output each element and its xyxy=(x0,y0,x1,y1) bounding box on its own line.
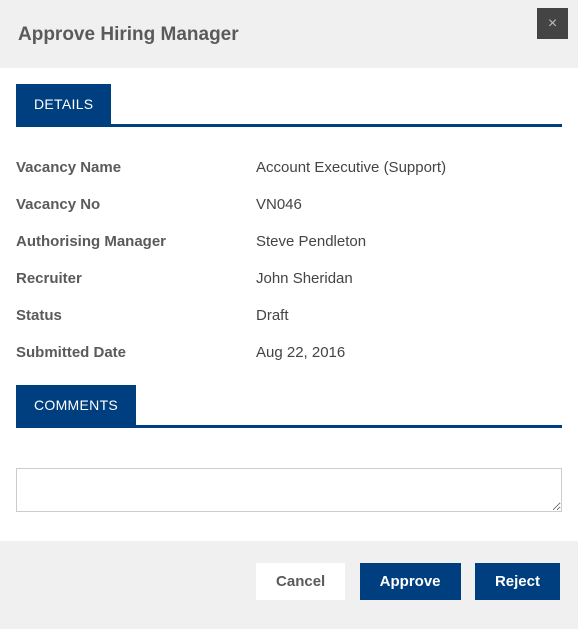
detail-label: Submitted Date xyxy=(16,344,256,361)
detail-row: Vacancy Name Account Executive (Support) xyxy=(16,149,562,186)
cancel-button[interactable]: Cancel xyxy=(256,563,345,600)
close-icon: × xyxy=(548,15,557,32)
detail-value: VN046 xyxy=(256,196,302,213)
comments-tab[interactable]: COMMENTS xyxy=(16,385,136,425)
approve-hiring-manager-modal: Approve Hiring Manager × DETAILS Vacancy… xyxy=(0,0,578,622)
modal-body: DETAILS Vacancy Name Account Executive (… xyxy=(0,68,578,541)
detail-row: Status Draft xyxy=(16,297,562,334)
modal-footer: Cancel Approve Reject xyxy=(0,541,578,622)
detail-label: Authorising Manager xyxy=(16,233,256,250)
detail-value: Account Executive (Support) xyxy=(256,159,446,176)
close-button[interactable]: × xyxy=(537,8,568,39)
detail-label: Status xyxy=(16,307,256,324)
details-tab-row: DETAILS xyxy=(16,84,562,127)
detail-value: Aug 22, 2016 xyxy=(256,344,345,361)
detail-row: Recruiter John Sheridan xyxy=(16,260,562,297)
modal-title: Approve Hiring Manager xyxy=(18,16,560,46)
detail-label: Vacancy Name xyxy=(16,159,256,176)
comments-input[interactable] xyxy=(16,468,562,512)
detail-value: Steve Pendleton xyxy=(256,233,366,250)
detail-value: Draft xyxy=(256,307,289,324)
detail-value: John Sheridan xyxy=(256,270,353,287)
detail-label: Vacancy No xyxy=(16,196,256,213)
modal-header: Approve Hiring Manager × xyxy=(0,0,578,68)
detail-label: Recruiter xyxy=(16,270,256,287)
comments-section: COMMENTS xyxy=(16,385,562,517)
detail-row: Submitted Date Aug 22, 2016 xyxy=(16,334,562,371)
details-list: Vacancy Name Account Executive (Support)… xyxy=(16,149,562,371)
reject-button[interactable]: Reject xyxy=(475,563,560,600)
detail-row: Vacancy No VN046 xyxy=(16,186,562,223)
details-tab[interactable]: DETAILS xyxy=(16,84,111,124)
approve-button[interactable]: Approve xyxy=(360,563,461,600)
detail-row: Authorising Manager Steve Pendleton xyxy=(16,223,562,260)
comments-tab-row: COMMENTS xyxy=(16,385,562,428)
